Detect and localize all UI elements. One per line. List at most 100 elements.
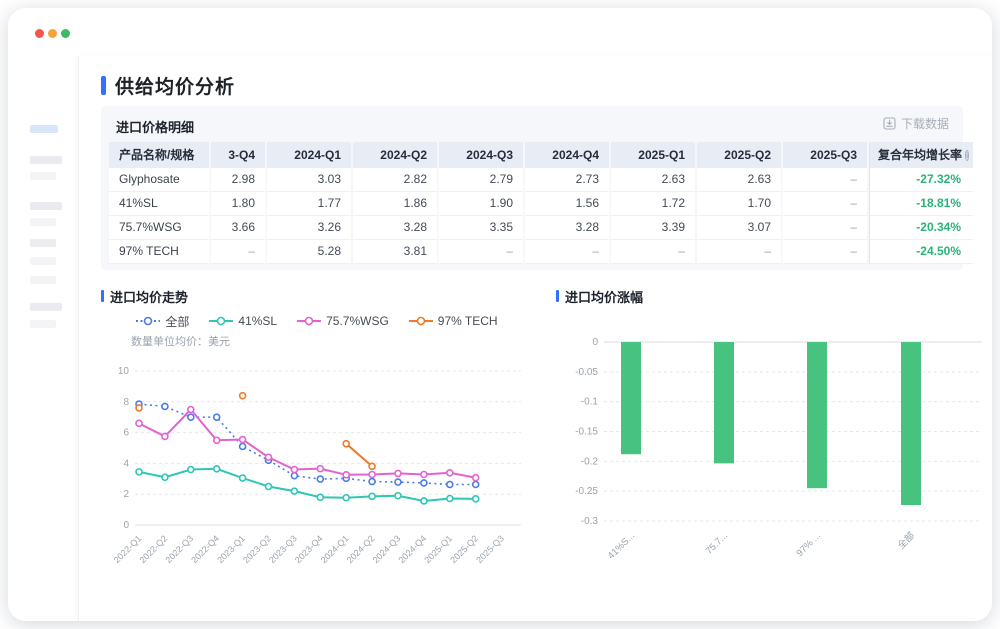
line-chart-subtitle: 数量单位均价：美元 bbox=[131, 333, 533, 347]
sidebar-nav-item-active[interactable] bbox=[30, 125, 58, 133]
column-header: 3-Q4 bbox=[211, 142, 265, 168]
line-chart-title-text: 进口均价走势 bbox=[110, 287, 188, 306]
legend-item-全部[interactable]: 全部 bbox=[136, 314, 189, 328]
import-price-table-panel: 进口价格明细 下载数据 产品名称/规格3-Q42024-Q12024-Q2202… bbox=[101, 106, 963, 270]
table-cell-value: 3.26 bbox=[267, 216, 351, 240]
main-content: 供给均价分析 进口价格明细 下载数据 产品名称/规格3-Q42024-Q1202… bbox=[78, 56, 992, 621]
svg-text:0: 0 bbox=[123, 520, 129, 531]
column-header-cagr[interactable]: 复合年均增长率i▲▼ bbox=[869, 142, 973, 168]
legend-item-97% TECH[interactable]: 97% TECH bbox=[409, 314, 498, 328]
legend-label: 75.7%WSG bbox=[326, 314, 389, 328]
bar-全部[interactable] bbox=[901, 342, 921, 505]
table-cell-value: 2.98 bbox=[211, 168, 265, 192]
bar-75.7...[interactable] bbox=[714, 342, 734, 463]
data-point bbox=[369, 493, 375, 499]
table-cell-value: 1.80 bbox=[211, 192, 265, 216]
table-cell-value: – bbox=[211, 240, 265, 264]
line-chart-title: 进口均价走势 bbox=[101, 288, 533, 304]
title-accent-bar bbox=[101, 290, 104, 302]
data-point bbox=[421, 498, 427, 504]
data-point bbox=[291, 488, 297, 494]
table-cell-value: 3.35 bbox=[439, 216, 523, 240]
download-label: 下载数据 bbox=[901, 115, 949, 132]
svg-text:-0.15: -0.15 bbox=[575, 427, 598, 438]
sidebar-nav-item[interactable] bbox=[30, 320, 56, 328]
data-point bbox=[421, 480, 427, 486]
table-cell-value: 3.03 bbox=[267, 168, 351, 192]
sidebar-nav-item[interactable] bbox=[30, 172, 56, 180]
minimize-window-icon[interactable] bbox=[48, 29, 57, 38]
legend-item-75.7%WSG[interactable]: 75.7%WSG bbox=[297, 314, 389, 328]
bar-chart: 0-0.05-0.1-0.15-0.2-0.25-0.341%S...75.7.… bbox=[556, 310, 992, 572]
column-header: 产品名称/规格 bbox=[109, 142, 209, 168]
data-point bbox=[473, 481, 479, 487]
title-accent-bar bbox=[556, 290, 559, 302]
data-point bbox=[162, 433, 168, 439]
data-point bbox=[214, 437, 220, 443]
data-point bbox=[447, 470, 453, 476]
bar-chart-title: 进口均价涨幅 bbox=[556, 288, 992, 304]
column-header: 2025-Q1 bbox=[611, 142, 695, 168]
sidebar-nav-item[interactable] bbox=[30, 276, 56, 284]
sidebar-nav-item[interactable] bbox=[30, 202, 62, 210]
sidebar-nav-item[interactable] bbox=[30, 303, 62, 311]
table-cell-value: – bbox=[439, 240, 523, 264]
line-chart-section: 进口均价走势 全部 41%SL 75.7%WSG 97% TECH 数量单位均价：美元… bbox=[101, 288, 533, 590]
data-point bbox=[188, 467, 194, 473]
line-chart-legend: 全部 41%SL 75.7%WSG 97% TECH bbox=[101, 314, 533, 328]
table-cell-product: 75.7%WSG bbox=[109, 216, 209, 240]
table-cell-value: 3.66 bbox=[211, 216, 265, 240]
svg-text:6: 6 bbox=[123, 428, 129, 439]
sidebar-nav-item[interactable] bbox=[30, 239, 56, 247]
table-cell-value: 3.07 bbox=[697, 216, 781, 240]
column-header: 2025-Q3 bbox=[783, 142, 867, 168]
data-point bbox=[473, 475, 479, 481]
data-point bbox=[369, 479, 375, 485]
bar-chart-section: 进口均价涨幅 0-0.05-0.1-0.15-0.2-0.25-0.341%S.… bbox=[556, 288, 992, 577]
svg-text:2: 2 bbox=[123, 489, 129, 500]
table-cell-value: 1.72 bbox=[611, 192, 695, 216]
data-point bbox=[343, 495, 349, 501]
data-point bbox=[266, 454, 272, 460]
table-cell-value: 1.90 bbox=[439, 192, 523, 216]
svg-text:-0.25: -0.25 bbox=[575, 486, 598, 497]
legend-item-41%SL[interactable]: 41%SL bbox=[209, 314, 277, 328]
bar-97% ...[interactable] bbox=[807, 342, 827, 488]
svg-text:-0.1: -0.1 bbox=[581, 397, 599, 408]
info-icon[interactable]: i bbox=[965, 150, 969, 161]
sidebar-skeleton bbox=[8, 56, 78, 621]
svg-text:全部: 全部 bbox=[895, 530, 917, 552]
table-cell-value: 2.82 bbox=[353, 168, 437, 192]
data-point bbox=[291, 473, 297, 479]
table-cell-value: 1.77 bbox=[267, 192, 351, 216]
table-cell-value: 3.81 bbox=[353, 240, 437, 264]
data-point bbox=[317, 466, 323, 472]
bar-41%S...[interactable] bbox=[621, 342, 641, 454]
legend-label: 41%SL bbox=[238, 314, 277, 328]
sidebar-nav-item[interactable] bbox=[30, 156, 62, 164]
data-point bbox=[317, 476, 323, 482]
sidebar-nav-item[interactable] bbox=[30, 257, 56, 265]
page-title-text: 供给均价分析 bbox=[115, 72, 235, 99]
data-point bbox=[447, 481, 453, 487]
sorter-icon[interactable]: ▲▼ bbox=[972, 150, 973, 160]
svg-text:-0.3: -0.3 bbox=[581, 516, 599, 527]
sidebar-nav-item[interactable] bbox=[30, 218, 56, 226]
table-cell-value: 2.63 bbox=[611, 168, 695, 192]
column-header: 2024-Q4 bbox=[525, 142, 609, 168]
table-cell-value: 2.63 bbox=[697, 168, 781, 192]
data-point bbox=[240, 437, 246, 443]
table-cell-value: 1.56 bbox=[525, 192, 609, 216]
title-accent-bar bbox=[101, 76, 106, 95]
close-window-icon[interactable] bbox=[35, 29, 44, 38]
data-point bbox=[369, 471, 375, 477]
table-panel-title: 进口价格明细 bbox=[116, 117, 194, 136]
table-cell-value: – bbox=[783, 192, 867, 216]
maximize-window-icon[interactable] bbox=[61, 29, 70, 38]
download-icon bbox=[883, 117, 896, 130]
data-point bbox=[240, 475, 246, 481]
data-point bbox=[136, 405, 142, 411]
table-cell-cagr: -20.34% bbox=[869, 216, 973, 240]
legend-label: 全部 bbox=[165, 313, 189, 330]
download-data-button[interactable]: 下载数据 bbox=[883, 115, 949, 132]
